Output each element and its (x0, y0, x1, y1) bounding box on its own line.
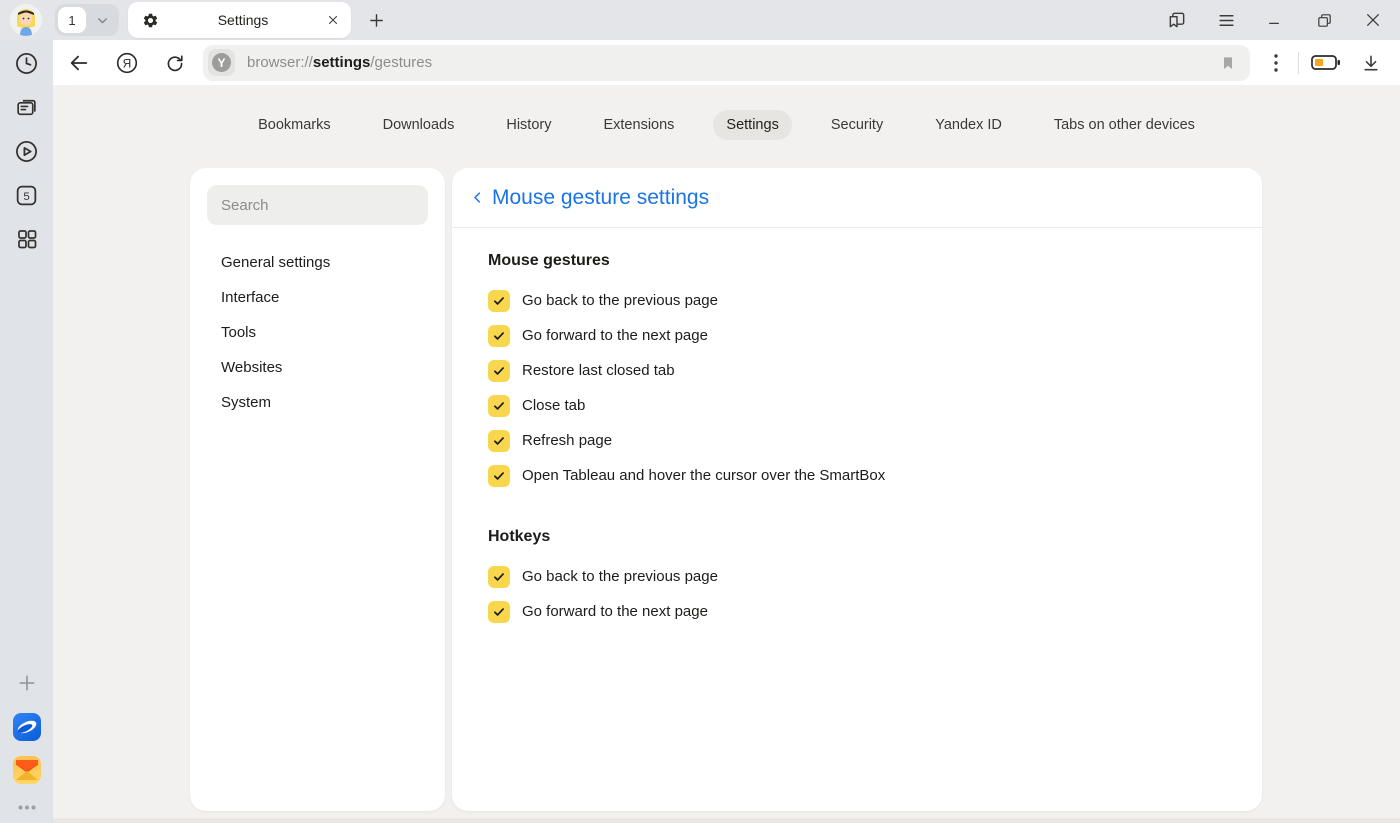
gear-icon (142, 12, 159, 29)
sidebar-item-general[interactable]: General settings (207, 245, 428, 280)
url-host: settings (313, 54, 371, 71)
gesture-label: Open Tableau and hover the cursor over t… (522, 467, 885, 484)
new-tab-button[interactable] (362, 6, 390, 34)
nav-tab-security[interactable]: Security (818, 110, 896, 140)
panel-header: Mouse gesture settings (452, 168, 1262, 228)
yandex-disk-app-icon[interactable] (13, 713, 41, 741)
gesture-label: Go back to the previous page (522, 292, 718, 309)
gesture-label: Close tab (522, 397, 585, 414)
back-icon[interactable] (67, 51, 91, 75)
back-chevron-icon[interactable] (470, 190, 485, 205)
yandex-mail-app-icon[interactable] (13, 756, 41, 784)
video-icon[interactable] (13, 137, 41, 165)
gesture-row: Open Tableau and hover the cursor over t… (488, 458, 1226, 493)
page-title[interactable]: Mouse gesture settings (492, 186, 709, 210)
checkbox-checked[interactable] (488, 430, 510, 452)
services-grid-icon[interactable] (13, 225, 41, 253)
avatar-illustration (10, 4, 42, 36)
notes-icon[interactable] (13, 93, 41, 121)
nav-tab-other-devices[interactable]: Tabs on other devices (1041, 110, 1208, 140)
more-options-icon[interactable] (1268, 54, 1284, 72)
gesture-row: Restore last closed tab (488, 353, 1226, 388)
settings-nav-tabs: Bookmarks Downloads History Extensions S… (53, 85, 1400, 137)
hotkeys-section: Hotkeys Go back to the previous page Go … (488, 528, 1226, 629)
nav-tab-bookmarks[interactable]: Bookmarks (245, 110, 344, 140)
svg-text:5: 5 (23, 190, 29, 202)
gesture-label: Restore last closed tab (522, 362, 675, 379)
sidebar-item-interface[interactable]: Interface (207, 280, 428, 315)
section-heading: Hotkeys (488, 528, 1226, 546)
tab-close-icon[interactable] (327, 14, 339, 26)
close-window-icon[interactable] (1363, 10, 1383, 30)
url-path: /gestures (370, 54, 432, 71)
profile-avatar[interactable] (10, 4, 42, 36)
add-panel-item-icon[interactable] (13, 669, 41, 697)
nav-tab-yandex-id[interactable]: Yandex ID (922, 110, 1015, 140)
left-rail: 5 (0, 40, 53, 823)
gesture-label: Go forward to the next page (522, 327, 708, 344)
sidebar-item-websites[interactable]: Websites (207, 350, 428, 385)
sidebar-item-system[interactable]: System (207, 385, 428, 420)
download-icon[interactable] (1361, 53, 1381, 73)
battery-icon[interactable] (1311, 54, 1341, 71)
hotkey-row: Go back to the previous page (488, 559, 1226, 594)
gesture-row: Refresh page (488, 423, 1226, 458)
rail-more-icon[interactable] (13, 799, 41, 815)
checkbox-checked[interactable] (488, 395, 510, 417)
tab-counter-icon[interactable]: 5 (13, 181, 41, 209)
nav-tab-downloads[interactable]: Downloads (370, 110, 468, 140)
checkbox-checked[interactable] (488, 325, 510, 347)
sidebar-item-tools[interactable]: Tools (207, 315, 428, 350)
hotkey-row: Go forward to the next page (488, 594, 1226, 629)
toolbar-divider (1298, 52, 1299, 74)
settings-category-list: General settings Interface Tools Website… (207, 245, 428, 420)
tab-strip: 1 Settings (0, 0, 1400, 40)
history-icon[interactable] (13, 49, 41, 77)
nav-tab-extensions[interactable]: Extensions (590, 110, 687, 140)
chevron-down-icon[interactable] (86, 14, 119, 27)
nav-tab-settings[interactable]: Settings (713, 110, 791, 140)
gesture-settings-panel: Mouse gesture settings Mouse gestures Go… (452, 168, 1262, 811)
gesture-row: Close tab (488, 388, 1226, 423)
side-panel-icon[interactable] (1167, 10, 1187, 30)
site-badge-icon: Y (208, 49, 235, 76)
checkbox-checked[interactable] (488, 601, 510, 623)
address-bar[interactable]: Y browser://settings/gestures (203, 45, 1250, 81)
gesture-label: Refresh page (522, 432, 612, 449)
settings-sidebar: General settings Interface Tools Website… (190, 168, 445, 811)
url-text[interactable]: browser://settings/gestures (247, 54, 1220, 71)
browser-toolbar: Я Y browser://settings/gestures (53, 40, 1400, 85)
refresh-icon[interactable] (163, 51, 187, 75)
section-heading: Mouse gestures (488, 252, 1226, 270)
checkbox-checked[interactable] (488, 290, 510, 312)
url-scheme: browser:// (247, 54, 313, 71)
browser-window: 1 Settings (0, 0, 1400, 823)
checkbox-checked[interactable] (488, 360, 510, 382)
tab-title: Settings (159, 12, 327, 28)
nav-tab-history[interactable]: History (493, 110, 564, 140)
bookmark-flag-icon[interactable] (1220, 54, 1236, 72)
mouse-gestures-section: Mouse gestures Go back to the previous p… (488, 252, 1226, 493)
active-tab[interactable]: Settings (128, 2, 351, 38)
tab-count-badge[interactable]: 1 (58, 7, 86, 33)
hotkey-label: Go forward to the next page (522, 603, 708, 620)
minimize-icon[interactable] (1265, 10, 1285, 30)
tab-group-pill[interactable]: 1 (55, 4, 119, 36)
yandex-search-icon[interactable]: Я (115, 51, 139, 75)
settings-page: Bookmarks Downloads History Extensions S… (53, 85, 1400, 823)
hotkey-label: Go back to the previous page (522, 568, 718, 585)
checkbox-checked[interactable] (488, 566, 510, 588)
search-input[interactable] (207, 185, 428, 225)
maximize-icon[interactable] (1314, 10, 1334, 30)
gesture-row: Go back to the previous page (488, 283, 1226, 318)
checkbox-checked[interactable] (488, 465, 510, 487)
svg-text:Я: Я (123, 56, 132, 70)
gesture-row: Go forward to the next page (488, 318, 1226, 353)
menu-icon[interactable] (1216, 10, 1236, 30)
